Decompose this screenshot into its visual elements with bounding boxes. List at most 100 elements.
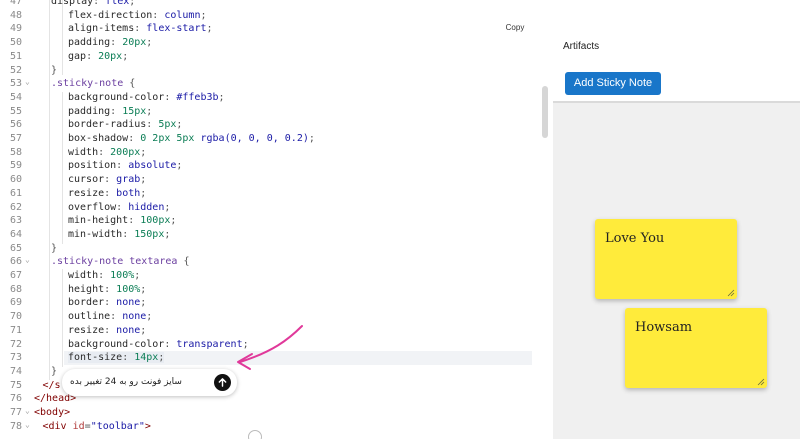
code-token: 150px <box>134 228 165 240</box>
sticky-note[interactable]: Love You <box>595 219 737 299</box>
code-token: : <box>116 160 129 172</box>
scrollbar[interactable] <box>542 86 548 138</box>
line-number: 49 <box>9 23 22 35</box>
code-token: background-color <box>68 338 165 350</box>
code-token: : <box>98 270 111 281</box>
code-token: : <box>104 324 117 336</box>
code-token: 0 2px 5px <box>140 133 201 144</box>
line-number: 75 <box>9 379 22 391</box>
code-text: padding: 20px; <box>68 36 152 50</box>
code-token: : <box>110 311 123 323</box>
code-token: 5px <box>158 119 177 131</box>
sticky-note-text[interactable]: Love You <box>605 231 727 246</box>
code-token: overflow <box>68 201 117 213</box>
code-token: width <box>68 146 99 158</box>
copy-button[interactable]: Copy <box>500 21 530 35</box>
code-text: } <box>51 242 57 256</box>
code-line[interactable]: 68 height: 100%; <box>0 283 553 297</box>
code-token: ; <box>218 91 225 103</box>
fold-chevron-icon[interactable]: ⌄ <box>25 75 30 89</box>
code-line[interactable]: 66 ⌄ .sticky-note textarea { <box>0 255 553 269</box>
code-token: 100% <box>116 283 141 295</box>
code-line[interactable]: 53 ⌄ .sticky-note { <box>0 77 553 91</box>
code-line[interactable]: 77 ⌄ <body> <box>0 406 553 420</box>
line-number: 74 <box>9 365 22 377</box>
code-line[interactable]: 63 min-height: 100px; <box>0 214 553 228</box>
chat-input-box[interactable]: سایز فونت رو به 24 تغییر بده <box>62 369 237 396</box>
code-token: ; <box>134 270 141 281</box>
code-token: : <box>104 283 117 295</box>
code-line[interactable]: 55 padding: 15px; <box>0 105 553 119</box>
code-text: overflow: hidden; <box>68 201 170 215</box>
line-number: 54 <box>9 91 22 103</box>
line-number: 77 <box>9 407 22 418</box>
code-line[interactable]: 58 width: 200px; <box>0 146 553 160</box>
resize-grip-icon[interactable] <box>727 289 735 297</box>
code-token: : <box>146 119 159 131</box>
code-token: : <box>164 338 177 350</box>
code-line[interactable]: 57 box-shadow: 0 2px 5px rgba(0, 0, 0, 0.… <box>0 132 553 146</box>
line-number: 48 <box>9 9 22 21</box>
code-text: width: 100%; <box>68 269 140 283</box>
code-token: : <box>116 201 129 213</box>
code-text: border: none; <box>68 296 146 310</box>
code-line[interactable]: 62 overflow: hidden; <box>0 201 553 215</box>
line-number: 62 <box>9 201 22 213</box>
code-token: none <box>122 311 147 323</box>
send-button[interactable] <box>214 374 231 391</box>
code-line[interactable]: 49 align-items: flex-start; <box>0 22 553 36</box>
code-token: ; <box>146 105 153 117</box>
resize-grip-icon[interactable] <box>757 378 765 386</box>
code-line[interactable]: 51 gap: 20px; <box>0 50 553 64</box>
code-token: border-radius <box>68 119 147 131</box>
chat-input[interactable]: سایز فونت رو به 24 تغییر بده <box>70 375 212 390</box>
code-token: id <box>72 420 85 432</box>
code-token: ; <box>170 215 177 227</box>
code-line[interactable]: 69 border: none; <box>0 296 553 310</box>
code-line[interactable]: 64 min-width: 150px; <box>0 228 553 242</box>
line-number: 72 <box>9 338 22 350</box>
code-line[interactable]: 48 flex-direction: column; <box>0 9 553 23</box>
code-token: : <box>104 187 117 199</box>
code-line[interactable]: 59 position: absolute; <box>0 159 553 173</box>
code-token: } <box>51 64 58 76</box>
code-editor[interactable]: 47 display: flex; 48 flex-direction: column… <box>0 0 553 439</box>
sticky-note[interactable]: Howsam <box>625 308 767 388</box>
code-line[interactable]: 78 ⌄ <div id="toolbar"> <box>0 420 553 434</box>
code-token: <div <box>42 420 73 432</box>
line-number: 64 <box>9 228 22 240</box>
code-token: ; <box>140 146 147 158</box>
code-text: min-height: 100px; <box>68 214 176 228</box>
code-text: padding: 15px; <box>68 105 152 119</box>
code-line[interactable]: 65} <box>0 242 553 256</box>
code-text: min-width: 150px; <box>68 228 170 242</box>
code-token: resize <box>68 187 105 199</box>
code-line[interactable]: 61 resize: both; <box>0 187 553 201</box>
code-line[interactable]: 50 padding: 20px; <box>0 36 553 50</box>
code-token: : <box>128 215 141 227</box>
code-text: <div id="toolbar"> <box>43 420 151 434</box>
drag-handle[interactable] <box>248 430 262 439</box>
code-token: ; <box>308 133 315 144</box>
add-sticky-note-button[interactable]: Add Sticky Note <box>565 72 661 95</box>
code-text: align-items: flex-start; <box>68 22 213 36</box>
fold-chevron-icon[interactable]: ⌄ <box>25 253 30 267</box>
code-text: font-size: 14px; <box>68 351 165 365</box>
code-line[interactable]: 52} <box>0 64 553 78</box>
code-token: : <box>98 146 111 158</box>
fold-chevron-icon[interactable]: ⌄ <box>25 418 30 432</box>
sticky-note-text[interactable]: Howsam <box>635 320 757 335</box>
code-line[interactable]: 47 display: flex; <box>0 0 553 9</box>
fold-chevron-icon[interactable]: ⌄ <box>25 404 30 418</box>
code-token: ; <box>129 0 136 7</box>
line-number: 53 <box>9 78 22 90</box>
code-token: ; <box>140 187 147 199</box>
code-token: ; <box>176 160 183 172</box>
code-line[interactable]: 54 background-color: #ffeb3b; <box>0 91 553 105</box>
code-token: ; <box>158 352 165 364</box>
code-token: gap <box>68 50 87 62</box>
code-token: absolute <box>128 160 177 172</box>
code-line[interactable]: 67 width: 100%; <box>0 269 553 283</box>
code-line[interactable]: 56 border-radius: 5px; <box>0 118 553 132</box>
code-line[interactable]: 60 cursor: grab; <box>0 173 553 187</box>
